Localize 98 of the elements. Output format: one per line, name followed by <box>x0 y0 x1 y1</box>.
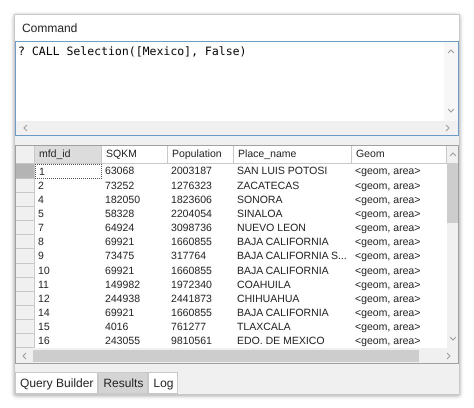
table-cell-text: 7 <box>37 221 45 236</box>
table-cell-text: 69921 <box>104 264 136 278</box>
scroll-down-icon[interactable] <box>447 107 455 115</box>
table-cell-text: 244938 <box>104 292 142 306</box>
table-cell-text: <geom, area> <box>354 334 422 348</box>
row-header[interactable] <box>16 193 35 208</box>
table-cell-text: <geom, area> <box>354 164 422 179</box>
table-cell-text: <geom, area> <box>354 193 422 208</box>
scroll-right-icon[interactable] <box>444 124 452 132</box>
table-cell-text: 317764 <box>170 249 208 264</box>
table-cell-text: <geom, area> <box>354 249 422 264</box>
row-header[interactable] <box>16 306 35 320</box>
table-cell-text: 2 <box>37 178 45 194</box>
table-cell-text: BAJA CALIFORNIA <box>236 306 330 320</box>
table-cell-text: <geom, area> <box>354 178 422 194</box>
table-cell-text: 4016 <box>104 320 130 334</box>
scrollbar-thumb[interactable] <box>447 163 458 223</box>
table-cell-text: <geom, area> <box>354 306 422 320</box>
table-cell-text: <geom, area> <box>354 278 422 292</box>
table-cell-text: 12 <box>37 292 51 306</box>
table-cell-text: 3098736 <box>170 221 213 236</box>
table-cell-text: <geom, area> <box>354 264 422 278</box>
table-cell-text: <geom, area> <box>354 235 422 250</box>
table-cell-text: TLAXCALA <box>236 320 292 334</box>
table-cell-text: 69921 <box>104 306 136 320</box>
table-cell-text: BAJA CALIFORNIA <box>236 235 330 250</box>
table-cell-text: 73252 <box>104 178 136 194</box>
table-cell-text: BAJA CALIFORNIA <box>236 264 330 278</box>
scroll-down-icon[interactable] <box>449 335 457 343</box>
row-header[interactable] <box>16 221 35 236</box>
tab[interactable]: Results <box>98 372 148 394</box>
tab[interactable]: Log <box>148 372 178 394</box>
table-cell-text: <geom, area> <box>354 292 422 306</box>
table-cell-text: 149982 <box>104 278 142 292</box>
table-cell-text: 4 <box>37 193 45 208</box>
table-cell-text: 2003187 <box>170 164 213 179</box>
table-cell-text: 761277 <box>170 320 208 334</box>
table-cell-text: 1660855 <box>170 235 213 250</box>
table-cell-text: 5 <box>37 207 45 222</box>
table-cell-text: SONORA <box>236 193 284 208</box>
table-cell-text: 73475 <box>104 249 136 264</box>
table-cell-text: COAHUILA <box>236 278 292 292</box>
table-cell-text: 2204054 <box>170 207 213 222</box>
scroll-right-icon[interactable] <box>445 352 453 360</box>
table-cell-text: <geom, area> <box>354 320 422 334</box>
table-cell-text: 69921 <box>104 235 136 250</box>
row-header[interactable] <box>16 249 35 264</box>
table-cell-text: 182050 <box>104 193 142 208</box>
table-cell-text: EDO. DE MEXICO <box>236 334 326 348</box>
tab[interactable]: Query Builder <box>15 372 98 394</box>
table-cell-text: 16 <box>37 334 51 348</box>
scroll-up-icon[interactable] <box>449 151 457 159</box>
table-cell-text: 9 <box>37 249 45 264</box>
scrollbar-thumb[interactable] <box>33 350 419 362</box>
row-header[interactable] <box>16 334 35 348</box>
table-cell-text: 10 <box>37 264 51 278</box>
table-cell-text: <geom, area> <box>354 207 422 222</box>
table-cell-text: NUEVO LEON <box>236 221 307 236</box>
table-cell-text: 9810561 <box>170 334 213 348</box>
table-cell-text: BAJA CALIFORNIA S... <box>236 249 348 264</box>
table-cell-text: SAN LUIS POTOSI <box>236 164 328 179</box>
table-cell-text: 15 <box>37 320 51 334</box>
table-cell-text: SINALOA <box>236 207 284 222</box>
command-text: ? CALL Selection([Mexico], False) <box>17 43 248 60</box>
table-cell-text: 58328 <box>104 207 136 222</box>
row-header[interactable] <box>16 235 35 250</box>
scroll-left-icon[interactable] <box>22 124 30 132</box>
row-header[interactable] <box>16 178 35 194</box>
table-cell-text: 1660855 <box>170 264 213 278</box>
table-cell-text: 1660855 <box>170 306 213 320</box>
table-cell-text: <geom, area> <box>354 221 422 236</box>
column-header[interactable]: mfd_id <box>35 146 102 164</box>
table-cell-text: 8 <box>37 235 45 250</box>
table-cell-text: 1276323 <box>170 178 213 194</box>
table-cell-text: 243055 <box>104 334 142 348</box>
row-header[interactable] <box>16 264 35 278</box>
row-header[interactable] <box>16 292 35 306</box>
command-field[interactable]: ? CALL Selection([Mexico], False) <box>15 41 459 136</box>
column-header[interactable]: Geom <box>352 146 447 164</box>
column-header[interactable]: SQKM <box>102 146 168 164</box>
table-cell-text: 1823606 <box>170 193 213 208</box>
row-header[interactable] <box>16 207 35 222</box>
window-title: Command <box>15 15 459 42</box>
row-header[interactable] <box>16 320 35 334</box>
table-cell-text: 2441873 <box>170 292 213 306</box>
table-cell-text: 64924 <box>104 221 136 236</box>
table-cell-text: 14 <box>37 306 51 320</box>
table-cell-text: 11 <box>37 278 50 292</box>
row-header[interactable] <box>16 278 35 292</box>
table-cell-text: 1972340 <box>170 278 213 292</box>
table-cell-text: CHIHUAHUA <box>236 292 300 306</box>
table-cell-text: ZACATECAS <box>236 178 300 194</box>
row-header[interactable] <box>16 164 35 179</box>
table-cell-text: 63068 <box>104 164 136 179</box>
column-header[interactable]: Place_name <box>234 146 352 164</box>
column-header[interactable]: Population <box>168 146 234 164</box>
table-cell: 1 <box>35 164 102 179</box>
scroll-left-icon[interactable] <box>21 352 29 360</box>
